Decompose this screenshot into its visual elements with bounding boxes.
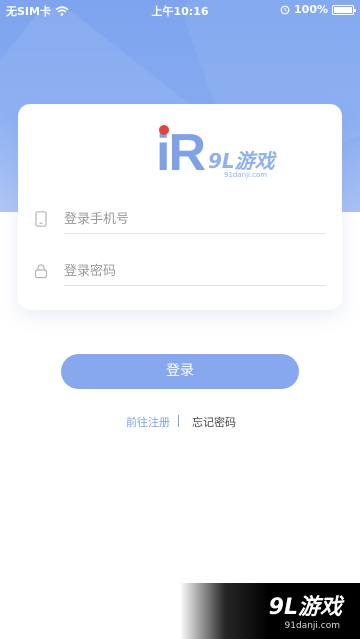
app-logo: iR 9L游戏 91danji.com	[156, 125, 316, 185]
auth-links: 前往注册 忘记密码	[0, 414, 360, 430]
password-underline	[64, 285, 326, 286]
link-divider	[178, 415, 179, 427]
logo-brand: 9L游戏	[208, 149, 275, 173]
watermark-brand: 9L游戏	[268, 595, 342, 620]
register-link[interactable]: 前往注册	[126, 414, 170, 430]
login-card: iR 9L游戏 91danji.com	[18, 104, 342, 310]
status-bar: 无SIM卡 上午10:16 100%	[0, 0, 360, 20]
lock-icon	[34, 264, 48, 279]
logo-dot	[159, 125, 169, 135]
login-button[interactable]: 登录	[61, 354, 299, 389]
watermark-domain: 91danji.com	[284, 621, 340, 631]
phone-field-row	[34, 206, 326, 234]
phone-icon	[35, 211, 47, 227]
battery-icon	[332, 4, 356, 15]
password-input[interactable]	[64, 258, 324, 284]
phone-underline	[64, 233, 326, 234]
phone-input[interactable]	[64, 206, 324, 232]
logo-domain: 91danji.com	[224, 171, 268, 179]
forgot-password-link[interactable]: 忘记密码	[192, 414, 236, 430]
password-field-row	[34, 258, 326, 286]
watermark: 9L游戏 91danji.com	[180, 583, 360, 639]
battery-percent: 100%	[294, 3, 328, 16]
alarm-icon	[280, 5, 290, 14]
status-right: 100%	[280, 3, 356, 16]
